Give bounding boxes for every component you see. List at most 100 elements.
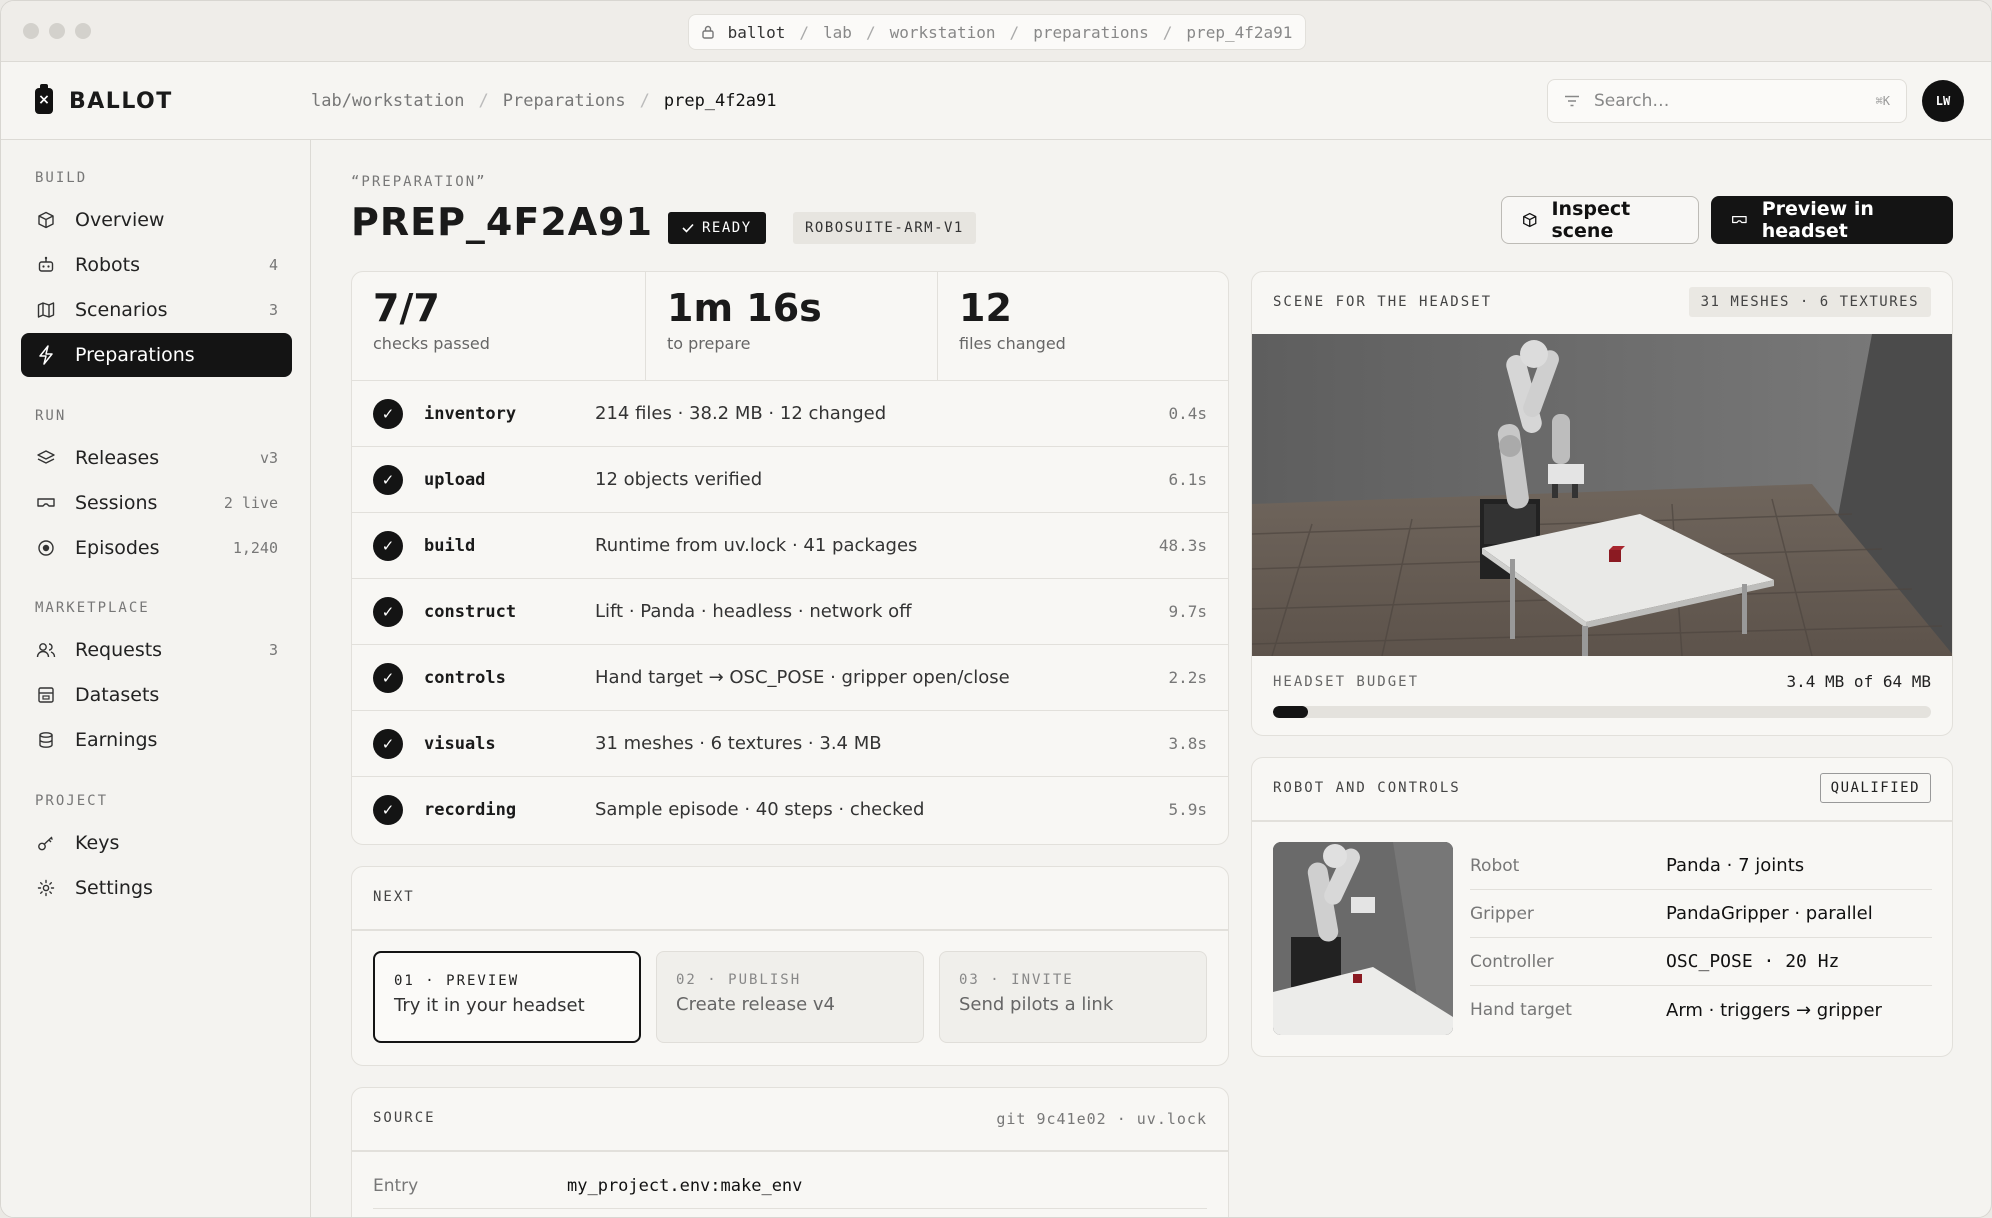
step-key: 02 · PUBLISH	[676, 972, 802, 988]
check-row[interactable]: ✓ build Runtime from uv.lock · 41 packag…	[352, 512, 1228, 578]
sidebar-item-label: Robots	[75, 254, 141, 276]
breadcrumb: lab/workstation / Preparations / prep_4f…	[311, 91, 777, 111]
sidebar-section-marketplace: MARKETPLACE	[35, 600, 150, 616]
spec-key: Hand target	[1470, 1000, 1572, 1020]
sidebar-item-label: Overview	[75, 209, 165, 231]
sidebar-item-sessions[interactable]: Sessions 2 live	[21, 481, 292, 525]
check-description: 12 objects verified	[595, 469, 763, 490]
sidebar: BUILD Overview Robots 4 Scenarios 3 Prep…	[1, 140, 311, 1217]
preview-in-headset-button[interactable]: Preview in headset	[1711, 196, 1953, 244]
sidebar-item-settings[interactable]: Settings	[21, 866, 292, 910]
sidebar-item-episodes[interactable]: Episodes 1,240	[21, 526, 292, 570]
breadcrumb-preparations[interactable]: Preparations	[503, 91, 626, 111]
stat-files-changed: 12 files changed	[938, 272, 1228, 380]
sidebar-item-earnings[interactable]: Earnings	[21, 718, 292, 762]
url-part: ballot	[727, 22, 786, 42]
sidebar-item-requests[interactable]: Requests 3	[21, 628, 292, 672]
headset-icon	[35, 492, 57, 514]
headset-budget-fill	[1273, 706, 1308, 718]
browser-titlebar: ballot / lab / workstation / preparation…	[1, 1, 1991, 62]
checks-card: 7/7 checks passed 1m 16s to prepare 12 f…	[351, 271, 1229, 845]
check-icon: ✓	[373, 728, 403, 759]
map-icon	[35, 299, 57, 321]
maximize-window-button[interactable]	[75, 23, 91, 39]
search-input[interactable]: Search… ⌘K	[1547, 79, 1907, 123]
window-controls	[23, 23, 91, 39]
stat-value: 7/7	[373, 286, 440, 330]
lightning-icon	[35, 344, 57, 366]
spec-key: Controller	[1470, 951, 1554, 972]
scene-viewport[interactable]	[1252, 334, 1952, 656]
check-row[interactable]: ✓ inventory 214 files · 38.2 MB · 12 cha…	[352, 380, 1228, 446]
status-badge: READY	[668, 212, 766, 244]
sidebar-item-overview[interactable]: Overview	[21, 198, 292, 242]
cube-icon	[1523, 212, 1537, 228]
search-shortcut: ⌘K	[1875, 94, 1890, 108]
next-steps-card: NEXT 01 · PREVIEW Try it in your headset…	[351, 866, 1229, 1066]
scene-asset-tag: 31 MESHES · 6 TEXTURES	[1688, 287, 1931, 317]
users-icon	[35, 639, 57, 661]
step-text: Try it in your headset	[394, 995, 585, 1016]
brand-name: BALLOT	[69, 88, 173, 114]
close-window-button[interactable]	[23, 23, 39, 39]
spec-value: Panda · 7 joints	[1666, 855, 1805, 876]
checks-list: ✓ inventory 214 files · 38.2 MB · 12 cha…	[352, 380, 1228, 842]
sidebar-item-keys[interactable]: Keys	[21, 821, 292, 865]
check-name: inventory	[424, 403, 517, 424]
stat-label: files changed	[959, 334, 1066, 353]
stat-value: 12	[959, 286, 1012, 330]
check-row[interactable]: ✓ visuals 31 meshes · 6 textures · 3.4 M…	[352, 710, 1228, 776]
spec-value: Arm · triggers → gripper	[1666, 999, 1882, 1021]
robot-icon	[35, 254, 57, 276]
inspect-scene-label: Inspect scene	[1551, 198, 1631, 242]
sidebar-item-label: Requests	[75, 639, 163, 661]
gear-icon	[35, 877, 57, 899]
sidebar-item-label: Episodes	[75, 537, 160, 559]
inspect-scene-button[interactable]: Inspect scene	[1501, 196, 1699, 244]
sidebar-item-robots[interactable]: Robots 4	[21, 243, 292, 287]
check-description: Sample episode · 40 steps · checked	[595, 799, 925, 820]
sidebar-item-preparations[interactable]: Preparations	[21, 333, 292, 377]
breadcrumb-workspace[interactable]: lab/workstation	[311, 91, 465, 111]
brand-logo[interactable]: BALLOT	[35, 84, 173, 114]
spec-key: Robot	[1470, 855, 1520, 876]
search-placeholder: Search…	[1594, 91, 1670, 111]
sidebar-item-label: Datasets	[75, 684, 160, 706]
check-row[interactable]: ✓ controls Hand target → OSC_POSE · grip…	[352, 644, 1228, 710]
sidebar-item-label: Settings	[75, 877, 153, 899]
sidebar-item-count: 2 live	[223, 494, 278, 512]
app-header: BALLOT lab/workstation / Preparations / …	[1, 62, 1991, 140]
check-duration: 48.3s	[1158, 536, 1207, 555]
sidebar-item-count: 3	[268, 641, 278, 659]
sidebar-item-count: 4	[268, 256, 278, 274]
step-text: Create release v4	[676, 994, 835, 1015]
sidebar-item-releases[interactable]: Releases v3	[21, 436, 292, 480]
next-steps-heading: NEXT	[373, 889, 415, 905]
step-publish[interactable]: 02 · PUBLISH Create release v4	[656, 951, 924, 1043]
check-icon: ✓	[373, 530, 403, 561]
url-part: prep_4f2a91	[1186, 22, 1293, 42]
check-icon: ✓	[373, 662, 403, 693]
check-row[interactable]: ✓ upload 12 objects verified 6.1s	[352, 446, 1228, 512]
sidebar-item-datasets[interactable]: Datasets	[21, 673, 292, 717]
sidebar-item-label: Keys	[75, 832, 120, 854]
spec-row-gripper: Gripper PandaGripper · parallel	[1470, 890, 1932, 938]
app-window: ballot / lab / workstation / preparation…	[0, 0, 1992, 1218]
check-icon	[682, 223, 694, 233]
check-row[interactable]: ✓ recording Sample episode · 40 steps · …	[352, 776, 1228, 842]
check-row[interactable]: ✓ construct Lift · Panda · headless · ne…	[352, 578, 1228, 644]
scene-card: SCENE FOR THE HEADSET 31 MESHES · 6 TEXT…	[1251, 271, 1953, 736]
environment-badge: ROBOSUITE-ARM-V1	[793, 212, 976, 244]
check-icon: ✓	[373, 596, 403, 627]
qualified-badge: QUALIFIED	[1819, 773, 1931, 803]
step-preview[interactable]: 01 · PREVIEW Try it in your headset	[373, 951, 641, 1043]
minimize-window-button[interactable]	[49, 23, 65, 39]
sidebar-item-count: 3	[268, 301, 278, 319]
avatar[interactable]: LW	[1922, 80, 1964, 122]
url-bar[interactable]: ballot / lab / workstation / preparation…	[688, 14, 1306, 50]
coins-icon	[35, 729, 57, 751]
stat-value: 1m 16s	[667, 286, 822, 330]
step-invite[interactable]: 03 · INVITE Send pilots a link	[939, 951, 1207, 1043]
headset-budget-label: HEADSET BUDGET	[1273, 674, 1420, 690]
sidebar-item-scenarios[interactable]: Scenarios 3	[21, 288, 292, 332]
